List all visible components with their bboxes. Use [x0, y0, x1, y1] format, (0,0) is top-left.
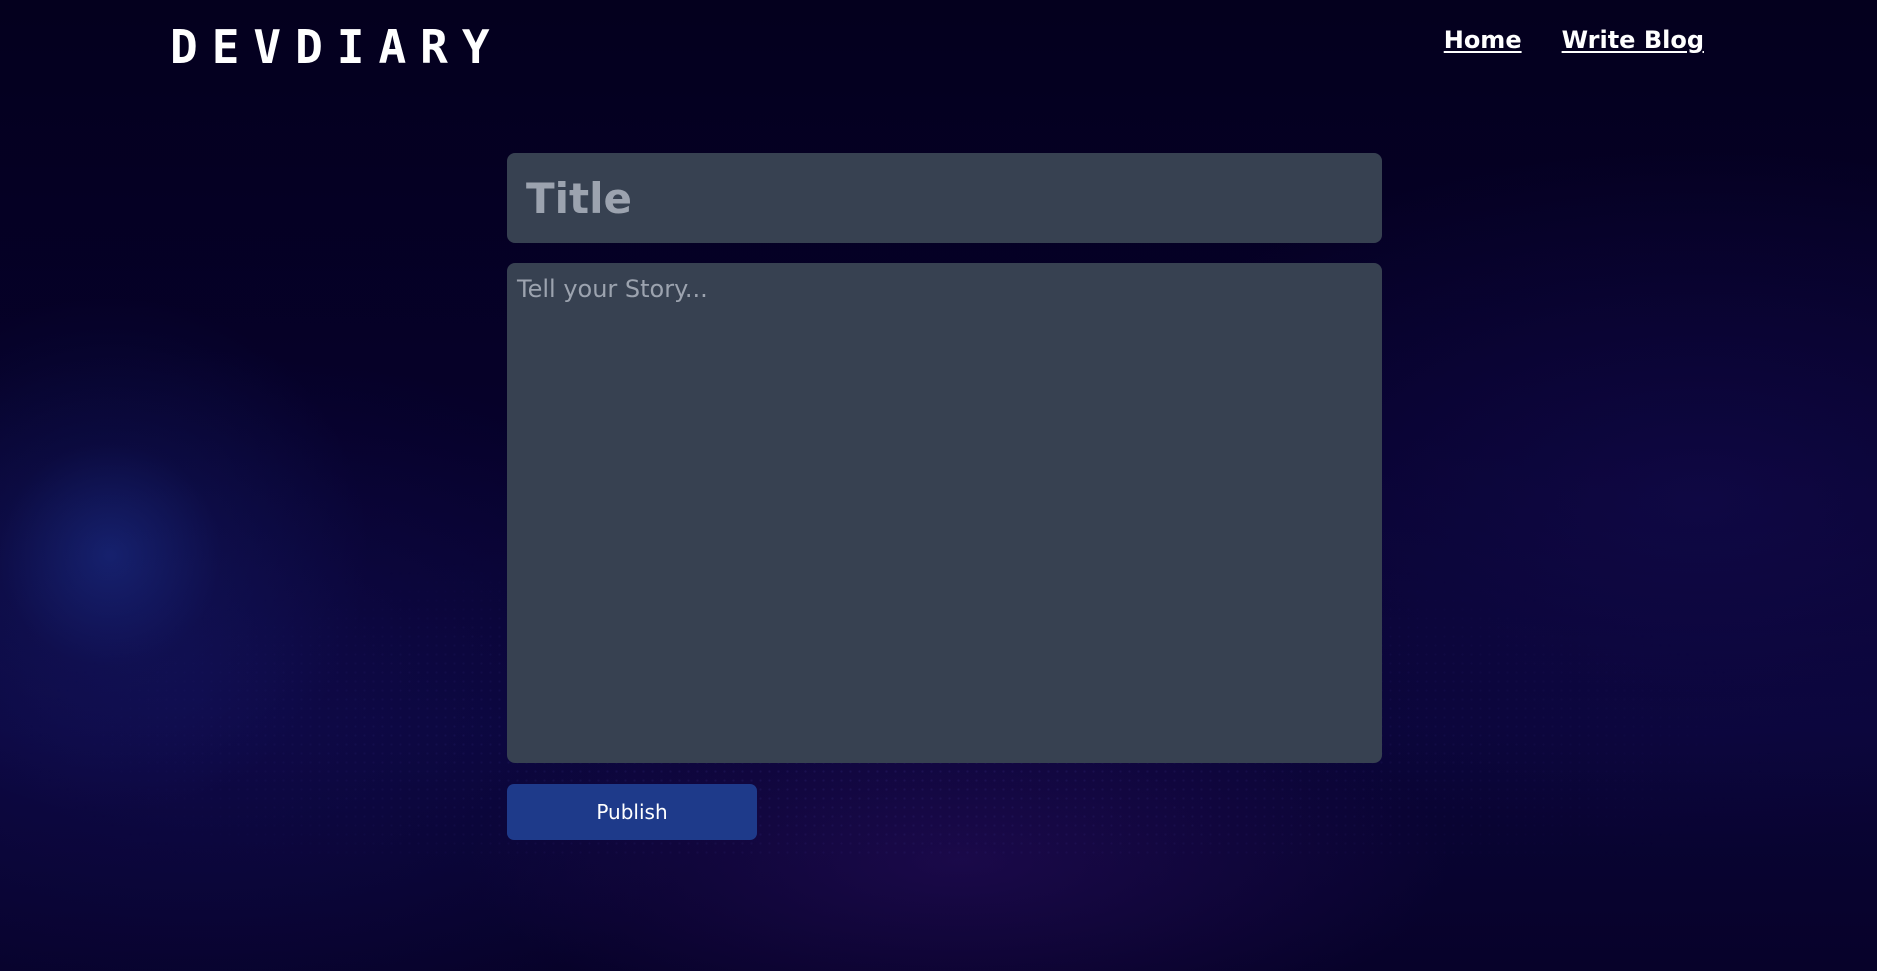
nav-link-write-blog[interactable]: Write Blog	[1562, 26, 1704, 54]
logo-text: DEVDIARY	[170, 20, 504, 74]
nav-link-home[interactable]: Home	[1444, 26, 1522, 54]
publish-button[interactable]: Publish	[507, 784, 757, 840]
title-input[interactable]	[507, 153, 1382, 243]
site-header: DEVDIARY Home Write Blog	[0, 0, 1877, 92]
story-textarea[interactable]	[507, 263, 1382, 763]
blog-editor: Publish	[507, 153, 1382, 840]
main-nav: Home Write Blog	[1444, 26, 1704, 54]
site-logo[interactable]: DEVDIARY	[170, 20, 504, 74]
